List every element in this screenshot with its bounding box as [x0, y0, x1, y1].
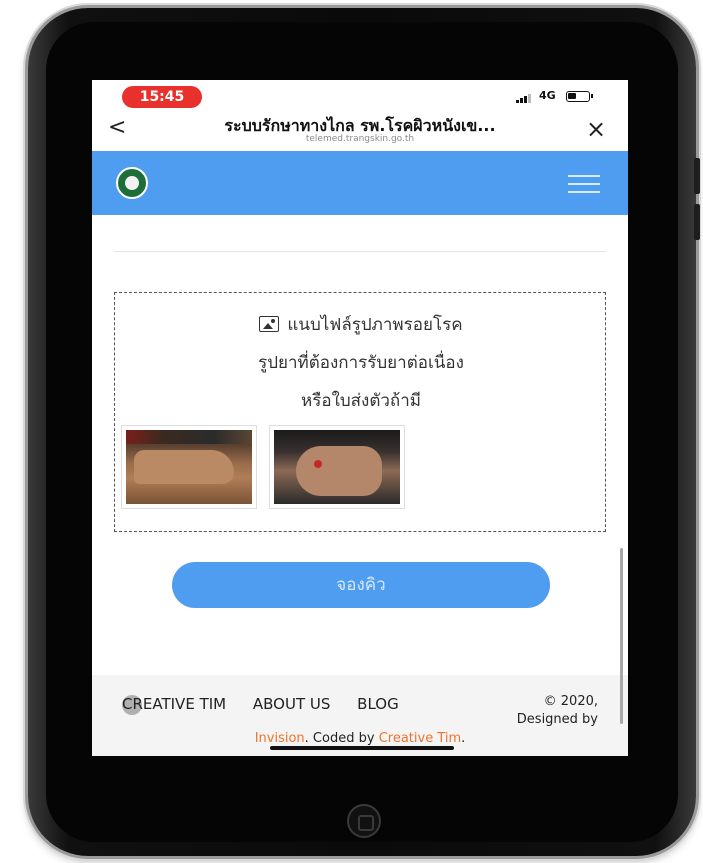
- back-button[interactable]: <: [108, 114, 126, 142]
- upload-label-line3: หรือใบส่งตัวถ้ามี: [301, 391, 421, 411]
- upload-label-line2: รูปยาที่ต้องการรับยาต่อเนื่อง: [258, 353, 464, 373]
- phone-screen: 15:45 4G < ระบบรักษาทางไกล รพ.โรคผิวหนัง…: [92, 80, 628, 756]
- uploaded-image-thumbnail[interactable]: [121, 425, 257, 509]
- book-queue-button[interactable]: จองคิว: [172, 562, 550, 608]
- skin-photo-hand-back: [126, 430, 252, 504]
- upload-instruction: แนบไฟล์รูปภาพรอยโรค: [115, 311, 607, 338]
- footer-link-blog[interactable]: BLOG: [357, 695, 399, 713]
- close-button[interactable]: ×: [586, 116, 606, 142]
- copyright-line1: © 2020,: [543, 694, 598, 709]
- copyright-line2: Designed by: [516, 712, 598, 727]
- page-url: telemed.trangskin.go.th: [305, 134, 415, 144]
- credit-text: . Coded by: [304, 731, 379, 746]
- home-button[interactable]: [347, 804, 381, 838]
- app-header: [92, 151, 628, 215]
- volume-button: [694, 204, 700, 240]
- image-icon: [259, 316, 280, 332]
- footer-links: CREATIVE TIM ABOUT US BLOG: [122, 695, 421, 713]
- volume-button: [694, 158, 700, 194]
- upload-label-line1: แนบไฟล์รูปภาพรอยโรค: [287, 315, 463, 335]
- uploaded-image-thumbnail[interactable]: [269, 425, 405, 509]
- signal-icon: [516, 93, 536, 103]
- network-type: 4G: [539, 89, 556, 102]
- credit-end: .: [461, 731, 466, 746]
- footer-credit: Invision. Coded by Creative Tim.: [92, 731, 628, 746]
- status-bar: 15:45 4G: [92, 80, 628, 110]
- footer-copyright: © 2020, Designed by: [478, 693, 598, 729]
- battery-icon: [566, 91, 593, 102]
- footer-link-about-us[interactable]: ABOUT US: [253, 695, 331, 713]
- footer: CREATIVE TIM ABOUT US BLOG © 2020, Desig…: [92, 675, 628, 756]
- scrollbar[interactable]: [620, 548, 623, 724]
- home-indicator: [270, 746, 454, 750]
- ministry-logo-icon[interactable]: [116, 167, 148, 199]
- divider: [114, 251, 606, 252]
- creative-tim-link[interactable]: Creative Tim: [379, 731, 461, 746]
- footer-link-creative-tim[interactable]: CREATIVE TIM: [122, 695, 226, 713]
- upload-dropzone[interactable]: แนบไฟล์รูปภาพรอยโรค รูปยาที่ต้องการรับยา…: [114, 292, 606, 532]
- invision-link[interactable]: Invision: [255, 731, 305, 746]
- skin-photo-palm: [274, 430, 400, 504]
- browser-nav-bar: < ระบบรักษาทางไกล รพ.โรคผิวหนังเข... tel…: [92, 110, 628, 150]
- hamburger-menu-icon[interactable]: [568, 175, 600, 193]
- status-time: 15:45: [122, 86, 202, 108]
